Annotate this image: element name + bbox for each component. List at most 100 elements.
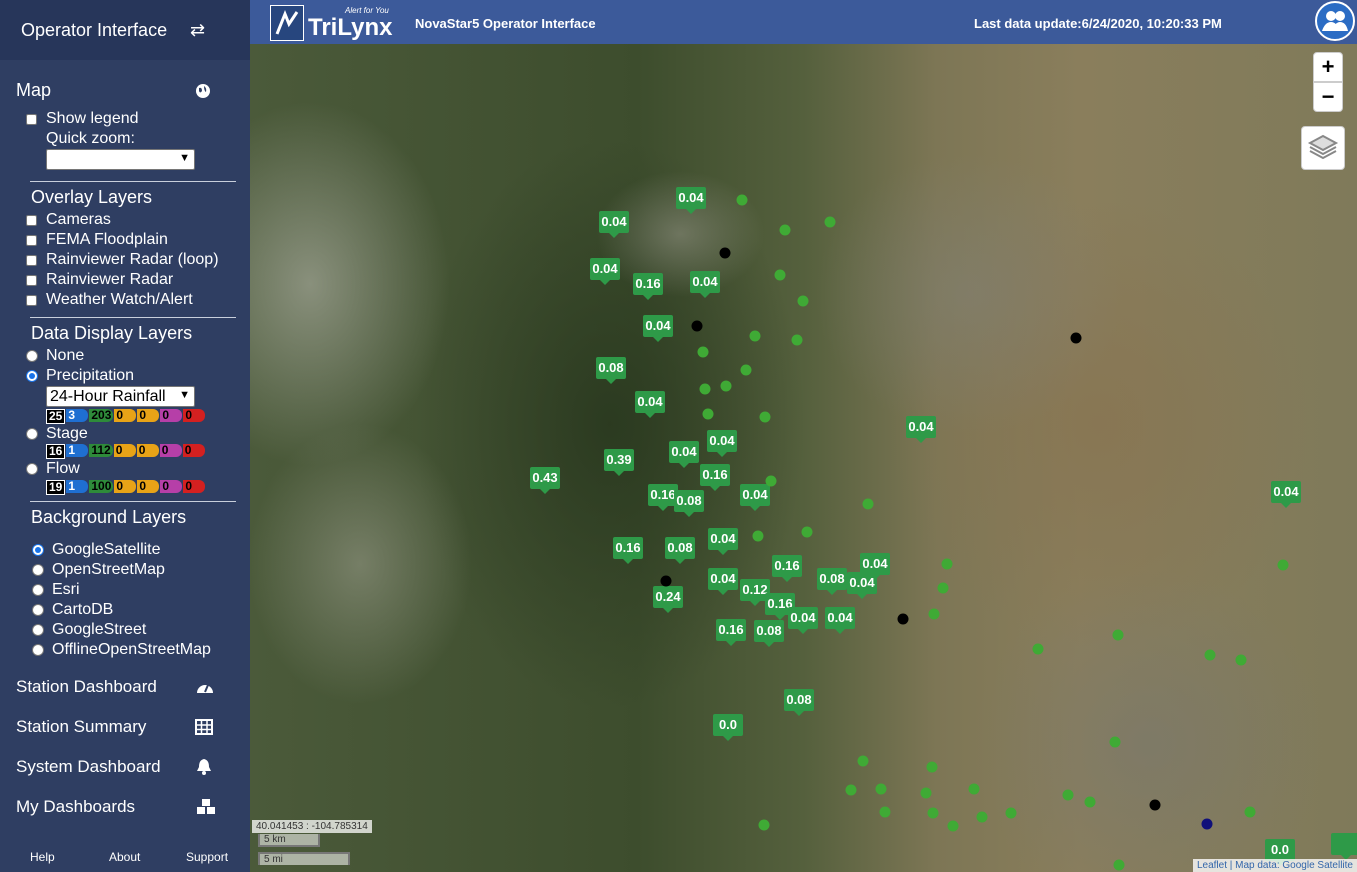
- quick-zoom-select[interactable]: ▼: [46, 149, 195, 170]
- station-dot[interactable]: [937, 582, 949, 594]
- swap-icon[interactable]: ⇄: [190, 20, 205, 41]
- bell-icon[interactable]: [195, 758, 213, 776]
- data-layer-none[interactable]: None: [26, 346, 84, 366]
- station-dot[interactable]: [702, 408, 714, 420]
- station-dot[interactable]: [719, 247, 731, 259]
- station-marker[interactable]: 0.04: [643, 315, 673, 342]
- show-legend-checkbox[interactable]: [26, 113, 37, 125]
- station-marker[interactable]: 0.04: [676, 187, 706, 214]
- station-dot[interactable]: [699, 383, 711, 395]
- station-marker[interactable]: 0.04: [707, 430, 737, 457]
- checkbox[interactable]: [26, 274, 37, 286]
- station-dot[interactable]: [857, 755, 869, 767]
- station-dot[interactable]: [801, 526, 813, 538]
- station-marker[interactable]: 0.08: [754, 620, 784, 647]
- station-dot[interactable]: [926, 761, 938, 773]
- station-dot[interactable]: [691, 320, 703, 332]
- layers-icon[interactable]: [1301, 126, 1345, 170]
- zoom-out-button[interactable]: −: [1313, 82, 1343, 112]
- station-dot[interactable]: [1149, 799, 1161, 811]
- station-dot[interactable]: [697, 346, 709, 358]
- bg-layer-openstreetmap[interactable]: OpenStreetMap: [32, 560, 165, 580]
- station-dot[interactable]: [779, 224, 791, 236]
- station-marker[interactable]: 0.04: [708, 528, 738, 555]
- station-dot[interactable]: [749, 330, 761, 342]
- station-marker[interactable]: 0.16: [700, 464, 730, 491]
- bg-layer-cartodb[interactable]: CartoDB: [32, 600, 113, 620]
- help-link[interactable]: Help: [30, 850, 55, 864]
- station-dot[interactable]: [1084, 796, 1096, 808]
- station-marker[interactable]: [1331, 833, 1357, 860]
- station-dot[interactable]: [897, 613, 909, 625]
- data-layer-flow[interactable]: Flow: [26, 459, 80, 479]
- station-dot[interactable]: [927, 807, 939, 819]
- checkbox[interactable]: [26, 254, 37, 266]
- station-marker[interactable]: 0.08: [596, 357, 626, 384]
- users-icon[interactable]: [1315, 1, 1355, 41]
- support-link[interactable]: Support: [186, 850, 228, 864]
- station-marker[interactable]: 0.43: [530, 467, 560, 494]
- radio-selected[interactable]: [32, 544, 44, 556]
- radio[interactable]: [32, 624, 44, 636]
- bg-layer-offline-osm[interactable]: OfflineOpenStreetMap: [32, 640, 211, 660]
- station-marker[interactable]: 0.04: [788, 607, 818, 634]
- station-dot[interactable]: [740, 364, 752, 376]
- station-marker[interactable]: 0.04: [740, 484, 770, 511]
- station-dot[interactable]: [1244, 806, 1256, 818]
- bg-layer-googlesatellite[interactable]: GoogleSatellite: [32, 540, 161, 560]
- about-link[interactable]: About: [109, 850, 140, 864]
- station-marker[interactable]: 0.08: [674, 490, 704, 517]
- station-dot[interactable]: [1204, 649, 1216, 661]
- station-marker[interactable]: 0.16: [633, 273, 663, 300]
- bg-layer-googlestreet[interactable]: GoogleStreet: [32, 620, 146, 640]
- station-marker[interactable]: 0.0: [713, 714, 743, 741]
- bg-layer-esri[interactable]: Esri: [32, 580, 80, 600]
- nav-station-dashboard[interactable]: Station Dashboard: [16, 677, 216, 697]
- overlay-item-radar-loop[interactable]: Rainviewer Radar (loop): [26, 250, 219, 270]
- station-dot[interactable]: [879, 806, 891, 818]
- radio[interactable]: [32, 564, 44, 576]
- station-dot[interactable]: [1235, 654, 1247, 666]
- station-marker[interactable]: 0.04: [690, 271, 720, 298]
- overlay-item-floodplain[interactable]: FEMA Floodplain: [26, 230, 168, 250]
- station-dot[interactable]: [1277, 559, 1289, 571]
- station-dot[interactable]: [774, 269, 786, 281]
- show-legend-row[interactable]: Show legend: [26, 109, 139, 129]
- station-dot[interactable]: [797, 295, 809, 307]
- station-marker[interactable]: 0.16: [772, 555, 802, 582]
- station-marker[interactable]: 0.04: [847, 572, 877, 599]
- station-marker[interactable]: 0.04: [1271, 481, 1301, 508]
- station-dot[interactable]: [758, 819, 770, 831]
- radio[interactable]: [32, 644, 44, 656]
- station-marker[interactable]: 0.04: [635, 391, 665, 418]
- station-marker[interactable]: 0.04: [590, 258, 620, 285]
- station-dot[interactable]: [720, 380, 732, 392]
- station-dot[interactable]: [752, 530, 764, 542]
- station-dot[interactable]: [1112, 629, 1124, 641]
- station-marker[interactable]: 0.16: [716, 619, 746, 646]
- radio[interactable]: [26, 350, 38, 362]
- radio[interactable]: [26, 463, 38, 475]
- station-marker[interactable]: 0.04: [599, 211, 629, 238]
- nav-my-dashboards[interactable]: My Dashboards: [16, 797, 216, 817]
- station-marker[interactable]: 0.04: [906, 416, 936, 443]
- station-marker[interactable]: 0.08: [817, 568, 847, 595]
- station-dot[interactable]: [765, 475, 777, 487]
- checkbox[interactable]: [26, 294, 37, 306]
- station-marker[interactable]: 0.24: [653, 586, 683, 613]
- station-dot[interactable]: [976, 811, 988, 823]
- station-dot[interactable]: [824, 216, 836, 228]
- station-dot[interactable]: [1005, 807, 1017, 819]
- radio[interactable]: [32, 584, 44, 596]
- station-marker[interactable]: 0.08: [784, 689, 814, 716]
- station-dot[interactable]: [1109, 736, 1121, 748]
- checkbox[interactable]: [26, 214, 37, 226]
- nav-station-summary[interactable]: Station Summary: [16, 717, 216, 737]
- station-marker[interactable]: 0.39: [604, 449, 634, 476]
- station-dot[interactable]: [1032, 643, 1044, 655]
- map-view[interactable]: 0.04 0.04 0.04 0.16 0.04 0.04 0.08 0.04 …: [250, 44, 1357, 872]
- zoom-in-button[interactable]: +: [1313, 52, 1343, 82]
- data-layer-stage[interactable]: Stage: [26, 424, 88, 444]
- cubes-icon[interactable]: [195, 798, 217, 816]
- station-dot[interactable]: [928, 608, 940, 620]
